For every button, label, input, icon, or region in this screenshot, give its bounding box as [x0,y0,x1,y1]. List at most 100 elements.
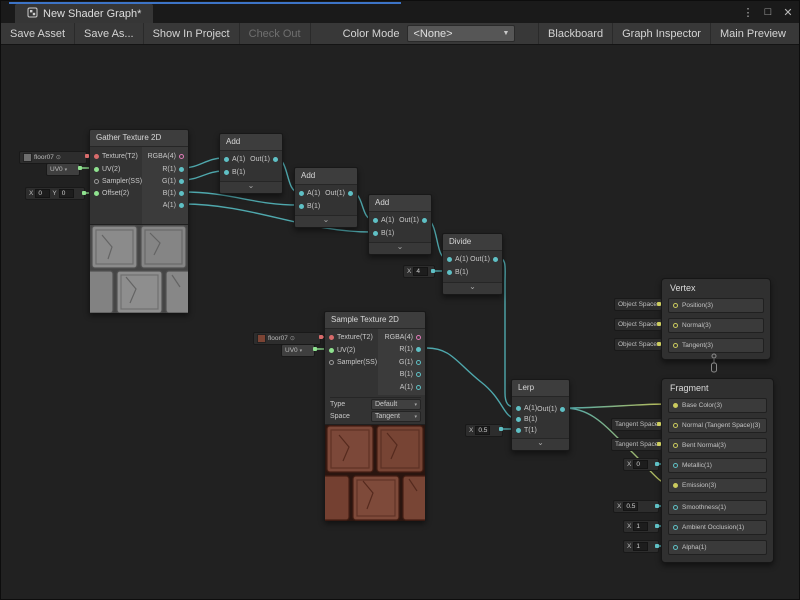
ambient-occlusion-const[interactable]: X 1 [623,520,659,533]
port-texture[interactable] [94,154,99,159]
port-rgba[interactable] [416,335,421,340]
port-b[interactable] [447,270,452,275]
space-connector [657,442,661,446]
alpha-const[interactable]: X 1 [623,540,659,553]
port-offset[interactable] [94,191,99,196]
block-vertex[interactable]: Vertex Position(3) Normal(3) Tangent(3) [661,278,771,360]
close-icon[interactable]: ✕ [779,3,797,21]
alpha-input[interactable]: 1 [633,542,648,551]
port-b[interactable] [516,417,521,422]
graph-inspector-button[interactable]: Graph Inspector [612,23,710,44]
position-space-chip[interactable]: Object Space [614,298,662,311]
node-gather-texture-2d[interactable]: Gather Texture 2D Texture(T2) UV(2) Samp… [89,129,189,313]
port-metallic[interactable] [673,463,678,468]
tangent-space-chip[interactable]: Object Space [614,338,662,351]
collapse-chevron-icon[interactable]: ⌄ [295,215,357,227]
port-out[interactable] [273,157,278,162]
save-as-button[interactable]: Save As... [75,23,144,44]
unity-shader-graph-window: New Shader Graph* ⋮ □ ✕ Save Asset Save … [0,0,800,600]
normal-space-chip[interactable]: Object Space [614,318,662,331]
collapse-chevron-icon[interactable]: ⌄ [512,438,569,450]
smoothness-input[interactable]: 0.5 [623,502,638,511]
node-add-2[interactable]: Add A(1) B(1) Out(1) ⌄ [294,167,358,228]
port-r[interactable] [179,167,184,172]
menu-icon[interactable]: ⋮ [739,3,757,21]
port-b[interactable] [416,372,421,377]
blackboard-button[interactable]: Blackboard [538,23,612,44]
port-out[interactable] [422,218,427,223]
port-b[interactable] [373,231,378,236]
port-g[interactable] [416,360,421,365]
normal-ts-space-chip[interactable]: Tangent Space [611,418,662,431]
collapse-chevron-icon[interactable]: ⌄ [443,282,502,294]
port-a[interactable] [373,218,378,223]
divide-b-input[interactable]: 4 [413,267,428,276]
port-normal-ts[interactable] [673,423,678,428]
lerp-t-input[interactable]: 0.5 [475,426,490,435]
port-a[interactable] [179,203,184,208]
texture-preview-red [325,424,425,521]
metallic-const[interactable]: X 0 [623,458,659,471]
node-title: Add [295,168,357,185]
port-t[interactable] [516,428,521,433]
object-picker-icon[interactable]: ⊙ [290,335,295,342]
port-g[interactable] [179,179,184,184]
smoothness-const[interactable]: X 0.5 [613,500,659,513]
port-r[interactable] [416,347,421,352]
node-lerp[interactable]: Lerp A(1) B(1) T(1) Out(1) ⌄ [511,379,570,451]
port-bent-normal[interactable] [673,443,678,448]
port-position[interactable] [673,303,678,308]
bent-normal-space-chip[interactable]: Tangent Space [611,438,662,451]
port-out[interactable] [560,407,565,412]
node-add-3[interactable]: Add A(1) B(1) Out(1) ⌄ [368,194,432,255]
node-divide[interactable]: Divide A(1) B(1) Out(1) ⌄ [442,233,503,295]
space-dropdown[interactable]: Tangent▾ [371,411,421,422]
ambient-occlusion-input[interactable]: 1 [633,522,648,531]
type-dropdown[interactable]: Default▾ [371,399,421,410]
gather-offset-fields[interactable]: X 0 Y 0 [25,187,85,200]
tab-new-shader-graph[interactable]: New Shader Graph* [15,4,153,23]
port-b[interactable] [299,204,304,209]
show-in-project-button[interactable]: Show In Project [144,23,240,44]
port-alpha[interactable] [673,545,678,550]
port-rgba[interactable] [179,154,184,159]
node-sample-texture-2d[interactable]: Sample Texture 2D Texture(T2) UV(2) Samp… [324,311,426,521]
color-mode-label: Color Mode [311,23,408,44]
port-a[interactable] [447,257,452,262]
port-texture[interactable] [329,335,334,340]
save-asset-button[interactable]: Save Asset [1,23,75,44]
port-b[interactable] [224,170,229,175]
port-out[interactable] [493,257,498,262]
collapse-chevron-icon[interactable]: ⌄ [220,181,282,193]
port-a[interactable] [224,157,229,162]
port-a[interactable] [416,385,421,390]
port-ambient-occlusion[interactable] [673,525,678,530]
port-sampler[interactable] [94,179,99,184]
port-normal[interactable] [673,323,678,328]
maximize-icon[interactable]: □ [759,3,777,21]
port-tangent[interactable] [673,343,678,348]
object-picker-icon[interactable]: ⊙ [56,154,61,161]
offset-y-input[interactable]: 0 [59,189,74,198]
node-add-1[interactable]: Add A(1) B(1) Out(1) ⌄ [219,133,283,194]
main-preview-button[interactable]: Main Preview [710,23,795,44]
port-sampler[interactable] [329,360,334,365]
sample-uv-dropdown[interactable]: UV0 ▾ [281,344,315,357]
port-label: G(1) [162,178,176,185]
port-a[interactable] [299,191,304,196]
port-b[interactable] [179,191,184,196]
port-base-color[interactable] [673,403,678,408]
port-emission[interactable] [673,483,678,488]
offset-x-input[interactable]: 0 [35,189,50,198]
lerp-t-const[interactable]: X 0.5 [465,424,503,437]
gather-uv-dropdown[interactable]: UV0 ▾ [46,163,80,176]
port-uv[interactable] [329,348,334,353]
port-uv[interactable] [94,167,99,172]
port-out[interactable] [348,191,353,196]
collapse-chevron-icon[interactable]: ⌄ [369,242,431,254]
metallic-input[interactable]: 0 [633,460,648,469]
port-smoothness[interactable] [673,505,678,510]
color-mode-dropdown[interactable]: <None> ▼ [407,25,515,42]
port-a[interactable] [516,406,521,411]
block-fragment[interactable]: Fragment Base Color(3) Normal (Tangent S… [661,378,774,563]
